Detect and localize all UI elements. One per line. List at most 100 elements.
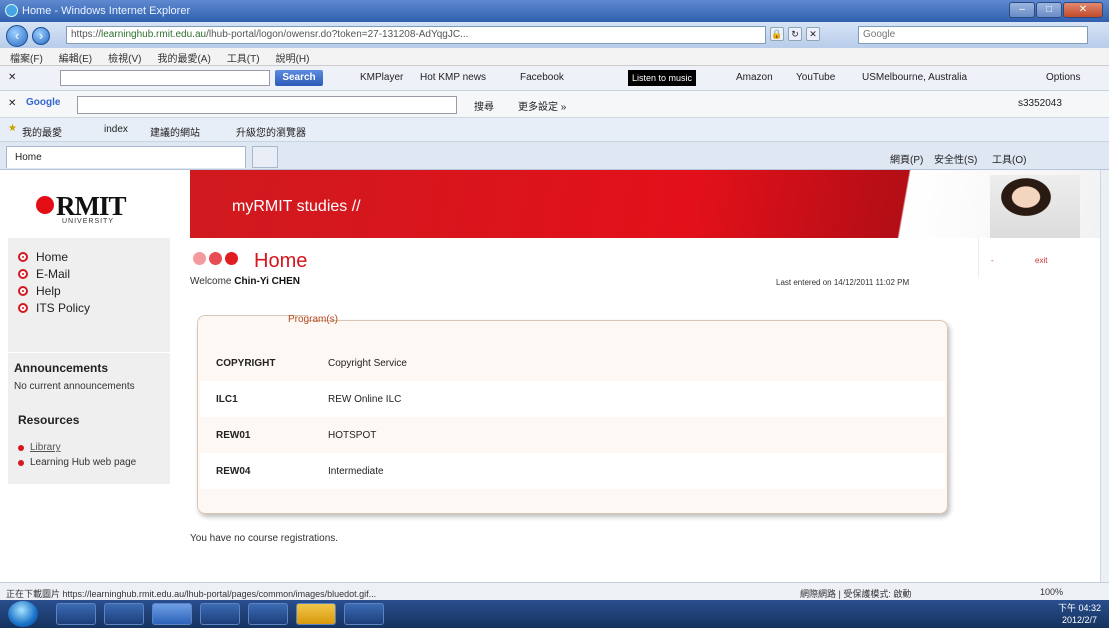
google-more-settings[interactable]: 更多設定 » xyxy=(518,98,566,113)
search-input[interactable]: Google xyxy=(858,26,1088,44)
vertical-scrollbar[interactable] xyxy=(1100,170,1109,582)
security-zone[interactable]: 網際網路 | 受保護模式: 啟動 xyxy=(800,587,911,600)
favorites-item-suggested[interactable]: 建議的網站 xyxy=(150,124,200,139)
stop-icon[interactable]: ✕ xyxy=(806,27,820,41)
zoom-level[interactable]: 100% xyxy=(1040,587,1063,597)
toolbar-item-kmplayer[interactable]: KMPlayer xyxy=(360,72,403,83)
no-course-message: You have no course registrations. xyxy=(190,533,339,544)
minimize-button[interactable]: – xyxy=(1009,2,1035,18)
window-title-bar: Home - Windows Internet Explorer – □ ✕ xyxy=(0,0,1109,22)
taskbar-clock[interactable]: 下午 04:32 2012/2/7 xyxy=(1058,602,1101,626)
listen-music-button[interactable]: Listen to music xyxy=(628,70,696,86)
menu-tools[interactable]: 工具(T) xyxy=(227,50,260,65)
sidebar-item-home[interactable]: Home xyxy=(18,248,160,265)
address-bar-row: ‹ › https://learninghub.rmit.edu.au/lhub… xyxy=(0,22,1109,48)
toolbar-options[interactable]: Options xyxy=(1046,72,1080,83)
address-input[interactable]: https://learninghub.rmit.edu.au/lhub-por… xyxy=(66,26,766,44)
tab-bar: Home 網頁(P) 安全性(S) 工具(O) xyxy=(0,142,1109,170)
programs-panel: COPYRIGHT Copyright Service ILC1 REW Onl… xyxy=(197,320,948,514)
sidebar-item-help[interactable]: Help xyxy=(18,282,160,299)
menu-bar: 檔案(F) 編輯(E) 檢視(V) 我的最愛(A) 工具(T) 說明(H) xyxy=(0,48,1109,66)
favorites-bar: ★ 我的最愛 index 建議的網站 升級您的瀏覽器 xyxy=(0,118,1109,142)
tab-programs[interactable]: Program(s) xyxy=(288,314,388,336)
resources-heading: Resources xyxy=(18,413,80,427)
refresh-icon[interactable]: ↻ xyxy=(788,27,802,41)
toolbar-search-button[interactable]: Search xyxy=(275,70,323,86)
sidebar-item-email[interactable]: E-Mail xyxy=(18,265,160,282)
maximize-button[interactable]: □ xyxy=(1036,2,1062,18)
right-panel: - exit xyxy=(978,238,1100,278)
sidebar-item-its-policy[interactable]: ITS Policy xyxy=(18,299,160,316)
close-button[interactable]: ✕ xyxy=(1063,2,1103,18)
menu-favorites[interactable]: 我的最愛(A) xyxy=(157,50,210,65)
rmit-logo[interactable]: RMIT UNIVERSITY xyxy=(36,191,136,233)
last-entered: Last entered on 14/12/2011 11:02 PM xyxy=(776,278,910,287)
status-bar: 正在下載圖片 https://learninghub.rmit.edu.au/l… xyxy=(0,582,1109,600)
url-host: learninghub.rmit.edu.au xyxy=(101,29,207,40)
google-search-button[interactable]: 搜尋 xyxy=(474,98,494,113)
menu-view[interactable]: 檢視(V) xyxy=(108,50,141,65)
taskbar-app-ie-icon[interactable] xyxy=(152,603,192,625)
window-controls: – □ ✕ xyxy=(1009,2,1103,18)
back-button[interactable]: ‹ xyxy=(6,25,28,47)
start-button[interactable] xyxy=(8,601,38,627)
logo-dot xyxy=(36,196,54,214)
table-row[interactable]: REW04 Intermediate xyxy=(200,453,945,489)
menu-edit[interactable]: 編輯(E) xyxy=(59,50,92,65)
toolbar-item-facebook[interactable]: Facebook xyxy=(520,72,564,83)
toolbar-search-field[interactable] xyxy=(60,70,270,86)
lock-icon[interactable]: 🔒 xyxy=(770,27,784,41)
table-row[interactable]: REW01 HOTSPOT xyxy=(200,417,945,453)
menu-file[interactable]: 檔案(F) xyxy=(10,50,43,65)
url-path: /lhub-portal/logon/owensr.do?token=27-13… xyxy=(206,29,469,40)
page-menu[interactable]: 網頁(P) xyxy=(890,151,923,166)
close-google-toolbar-icon[interactable]: ✕ xyxy=(8,98,16,109)
window-title: Home - Windows Internet Explorer xyxy=(22,5,191,17)
resource-learning-hub[interactable]: Learning Hub web page xyxy=(18,455,136,470)
google-search-input[interactable] xyxy=(77,96,457,114)
page-title: Home xyxy=(254,250,308,272)
exit-link[interactable]: exit xyxy=(1035,256,1047,265)
bullet-icon xyxy=(18,285,28,296)
tools-menu[interactable]: 工具(O) xyxy=(992,151,1026,166)
google-logo: Google xyxy=(26,97,61,108)
sidebar-item-label: ITS Policy xyxy=(36,300,91,315)
toolbar-item-amazon[interactable]: Amazon xyxy=(736,72,773,83)
forward-button[interactable]: › xyxy=(32,27,50,45)
new-tab-button[interactable] xyxy=(252,146,278,168)
welcome-prefix: Welcome xyxy=(190,276,232,287)
favorites-item-index[interactable]: index xyxy=(104,124,128,135)
resource-label: Library xyxy=(30,442,61,453)
bullet-icon xyxy=(18,251,28,262)
program-name: Intermediate xyxy=(328,466,384,477)
taskbar-app-warning-icon[interactable] xyxy=(296,603,336,625)
toolbar-item-hotkmp[interactable]: Hot KMP news xyxy=(420,72,486,83)
taskbar-app-window-icon[interactable] xyxy=(344,603,384,625)
google-user[interactable]: s3352043 xyxy=(1018,98,1062,109)
ie-icon xyxy=(5,4,18,17)
safety-menu[interactable]: 安全性(S) xyxy=(934,151,977,166)
taskbar-app-network-icon[interactable] xyxy=(248,603,288,625)
favorites-button[interactable]: 我的最愛 xyxy=(22,124,62,139)
toolbar-item-youtube[interactable]: YouTube xyxy=(796,72,835,83)
taskbar-app-media-icon[interactable] xyxy=(56,603,96,625)
tab-home[interactable]: Home xyxy=(6,146,246,168)
bullet-icon xyxy=(18,459,24,466)
logo-subtext: UNIVERSITY xyxy=(62,218,115,225)
close-toolbar-icon[interactable]: ✕ xyxy=(8,72,16,83)
favorites-item-upgrade[interactable]: 升級您的瀏覽器 xyxy=(236,124,306,139)
resource-library[interactable]: Library xyxy=(18,440,136,455)
taskbar-app-skype-icon[interactable] xyxy=(200,603,240,625)
announcements-heading: Announcements xyxy=(14,361,109,375)
toolbar-item-usmelbourne[interactable]: USMelbourne, Australia xyxy=(862,72,967,83)
table-row[interactable]: ILC1 REW Online ILC xyxy=(200,381,945,417)
table-row[interactable]: COPYRIGHT Copyright Service xyxy=(200,345,945,381)
program-name: HOTSPOT xyxy=(328,430,377,441)
user-name: Chin-Yi CHEN xyxy=(234,276,301,287)
address-actions: 🔒 ↻ ✕ xyxy=(770,27,820,41)
program-name: REW Online ILC xyxy=(328,394,402,405)
taskbar: 下午 04:32 2012/2/7 xyxy=(0,600,1109,628)
taskbar-app-explorer-icon[interactable] xyxy=(104,603,144,625)
menu-help[interactable]: 說明(H) xyxy=(276,50,310,65)
bullet-icon xyxy=(18,302,28,313)
